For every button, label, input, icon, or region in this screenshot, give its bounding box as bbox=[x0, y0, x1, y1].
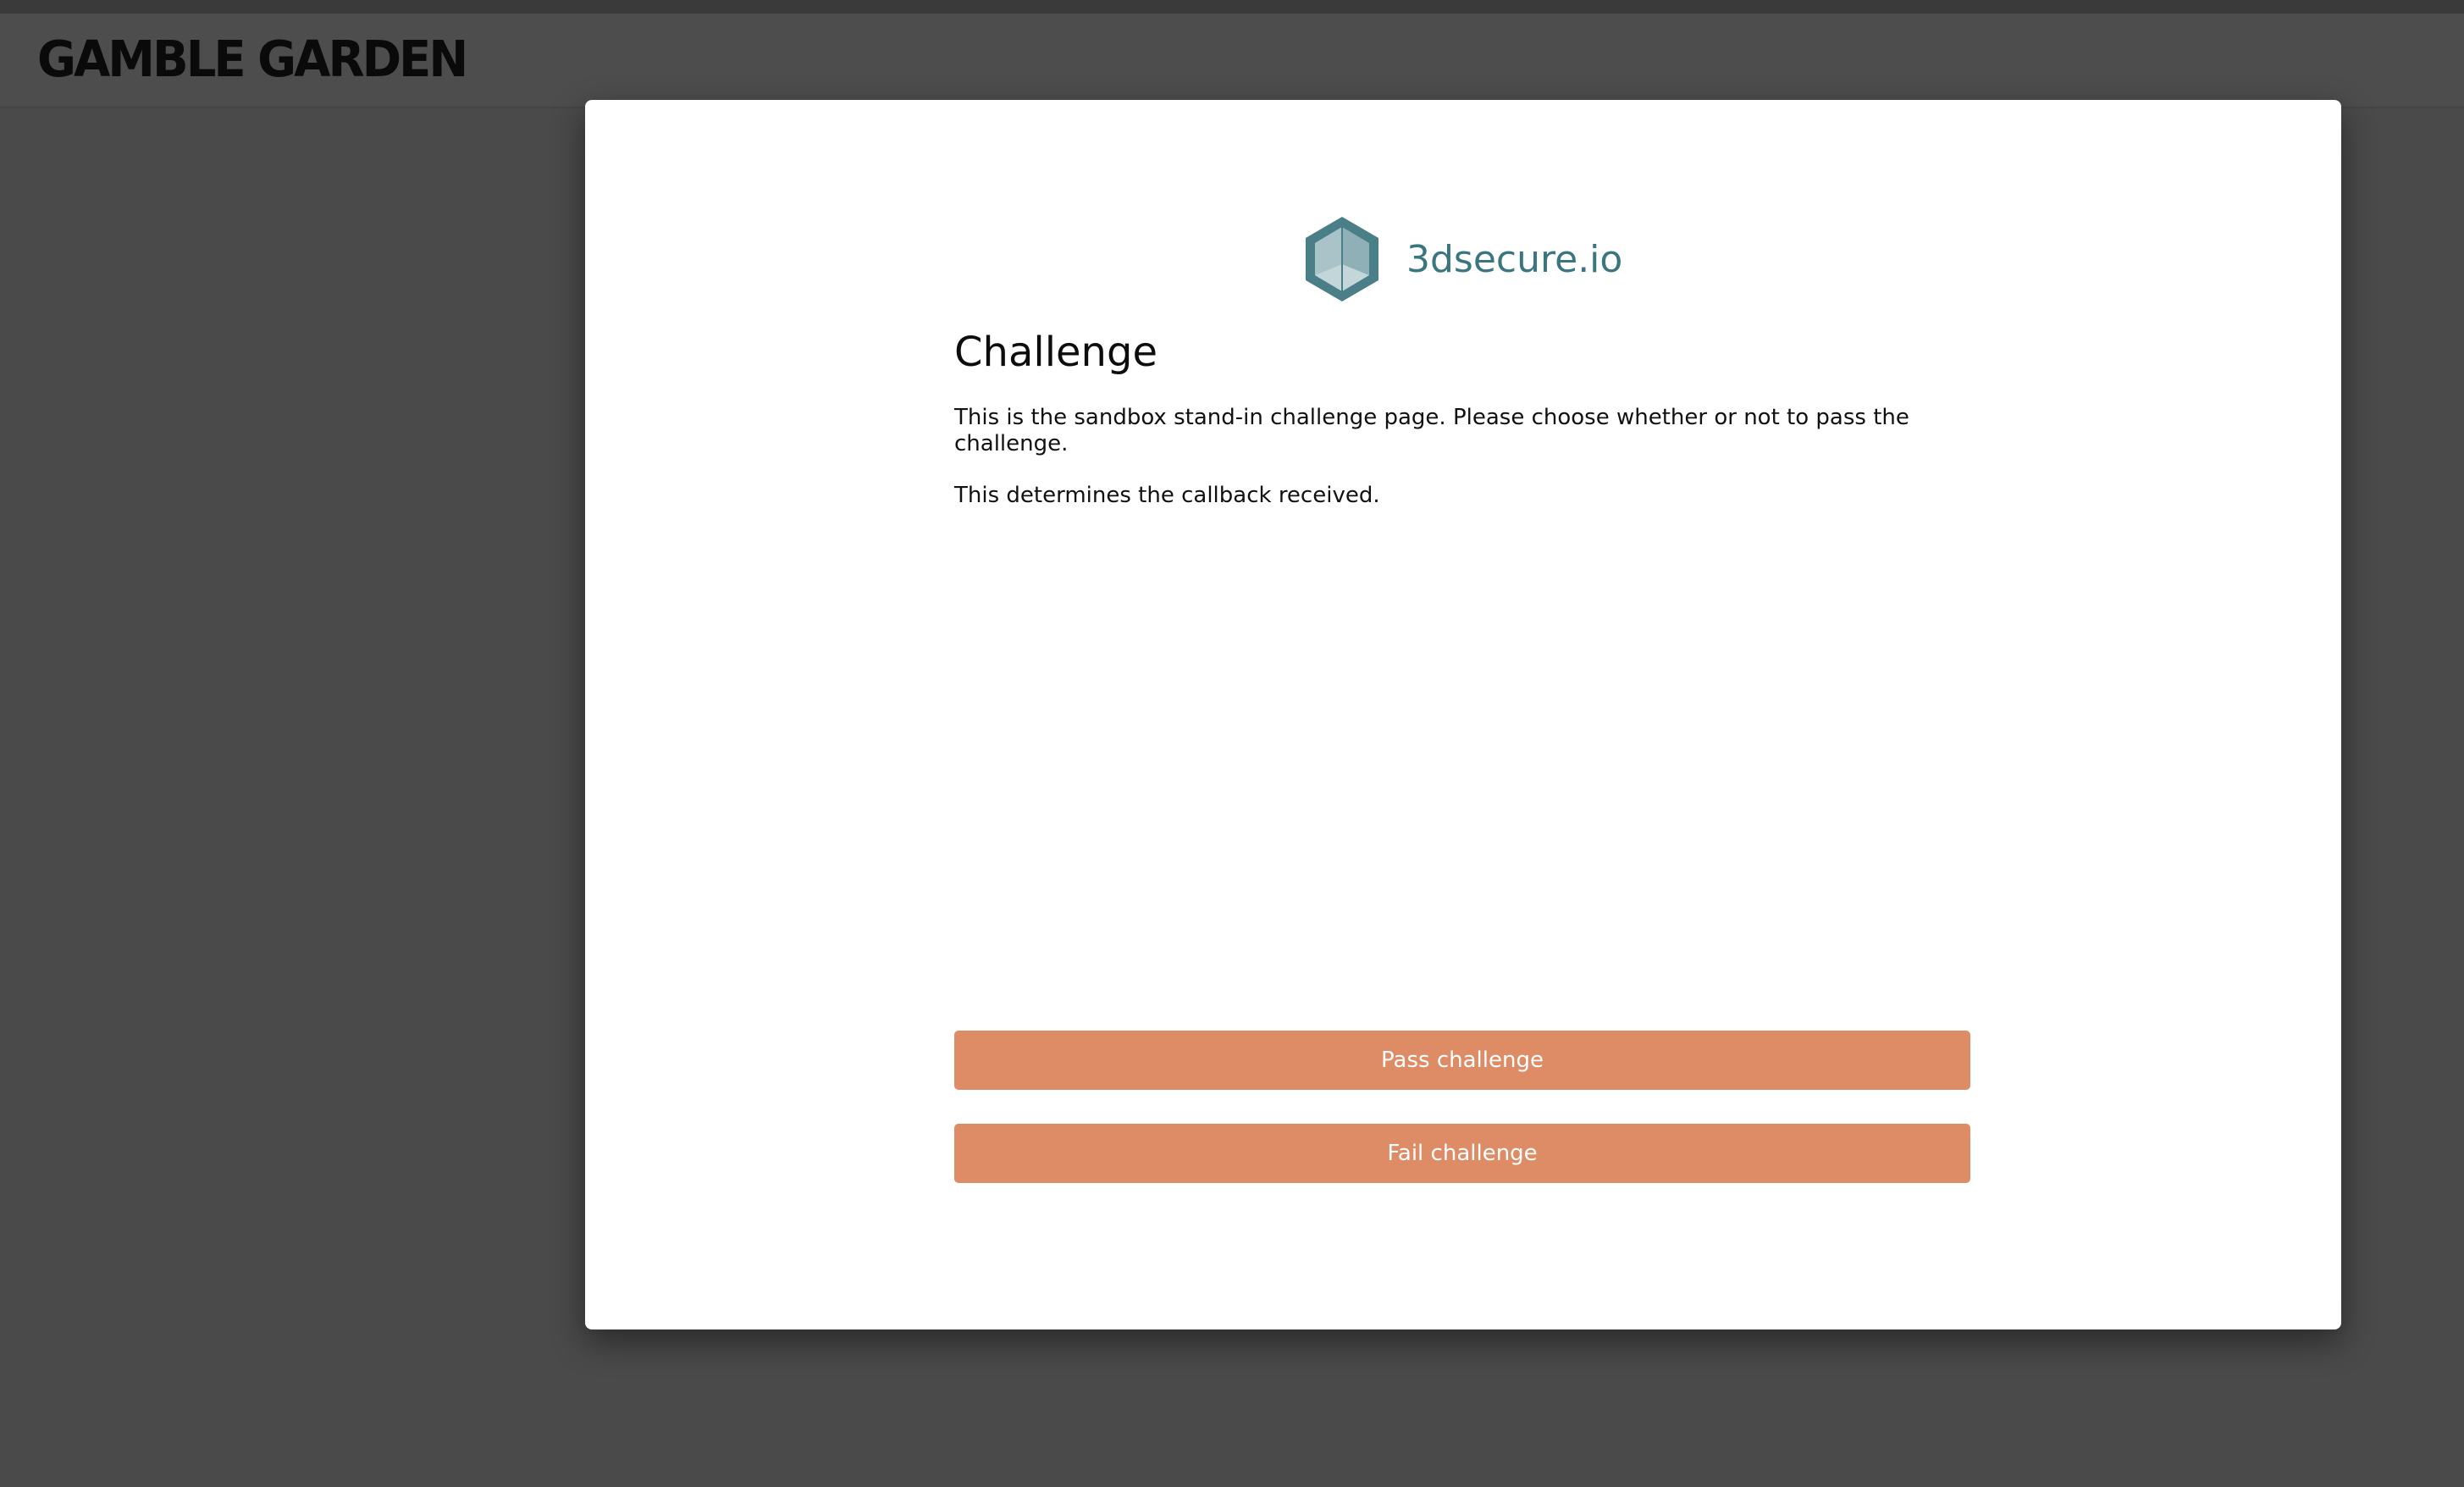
callback-note: This determines the callback received. bbox=[954, 483, 1380, 508]
challenge-content: Challenge This is the sandbox stand-in c… bbox=[954, 325, 1970, 509]
challenge-modal: 3dsecure.io Challenge This is the sandbo… bbox=[585, 100, 2341, 1329]
challenge-description: This is the sandbox stand-in challenge p… bbox=[954, 405, 1909, 456]
challenge-title: Challenge bbox=[954, 329, 1157, 376]
brand-name: 3dsecure.io bbox=[1406, 237, 1623, 281]
site-header: GAMBLE GARDEN bbox=[0, 14, 2464, 108]
fail-challenge-button[interactable]: Fail challenge bbox=[954, 1124, 1970, 1183]
browser-top-strip bbox=[0, 0, 2464, 14]
site-logo[interactable]: GAMBLE GARDEN bbox=[37, 30, 468, 88]
brand: 3dsecure.io bbox=[1303, 215, 1622, 303]
pass-challenge-button[interactable]: Pass challenge bbox=[954, 1031, 1970, 1090]
hexagon-cube-icon bbox=[1303, 215, 1381, 303]
